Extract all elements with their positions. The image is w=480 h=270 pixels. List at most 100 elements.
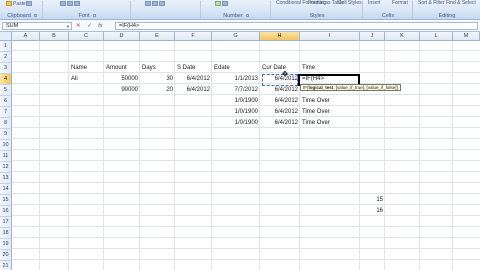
grid-line [139,41,140,270]
row-header-20[interactable]: 20 [0,250,12,261]
column-header-h[interactable]: H [260,32,300,41]
cell-c3[interactable]: Name [71,63,102,74]
row-header-1[interactable]: 1 [0,41,12,52]
alignment-buttons[interactable] [145,1,166,11]
row-header-15[interactable]: 15 [0,195,12,206]
function-tooltip: IF(logical_test, [value_if_true], [value… [300,84,402,91]
cell-e4[interactable]: 30 [142,74,173,85]
ribbon-separator [412,1,413,19]
column-header-b[interactable]: B [40,32,69,41]
row-header-11[interactable]: 11 [0,151,12,162]
cell-e3[interactable]: Days [142,63,173,74]
group-number: Number [202,13,270,20]
row-header-17[interactable]: 17 [0,217,12,228]
grid-line [39,41,40,270]
cell-f3[interactable]: S Date [177,63,210,74]
row-header-18[interactable]: 18 [0,228,12,239]
name-box[interactable]: SUM ▼ [2,22,72,30]
ribbon: Paste Conditional Formatting Format as T… [0,0,480,20]
row-header-4[interactable]: 4 [0,74,12,85]
row-header-3[interactable]: 3 [0,63,12,74]
row-header-21[interactable]: 21 [0,261,12,270]
row-header-13[interactable]: 13 [0,173,12,184]
cell-i6[interactable]: Time Over [302,96,358,107]
select-all-corner[interactable] [0,32,12,41]
dialog-launcher-icon[interactable] [33,14,37,18]
ribbon-separator [362,1,363,19]
dialog-launcher-icon[interactable] [92,14,96,18]
row-header-8[interactable]: 8 [0,118,12,129]
grid-line [103,41,104,270]
cell-j15[interactable]: 15 [362,195,383,206]
font-bold-button[interactable] [60,1,81,11]
format-painter-button[interactable] [26,1,33,11]
cell-d3[interactable]: Amount [106,63,138,74]
row-header-14[interactable]: 14 [0,184,12,195]
align-left-icon [145,1,151,6]
cell-styles-button[interactable]: Cell Styles [338,1,362,11]
cell-g8[interactable]: 1/0/1900 [214,118,258,129]
ribbon-separator [200,1,201,19]
column-header-m[interactable]: M [453,32,480,41]
cell-d4[interactable]: 50000 [106,74,138,85]
format-button[interactable]: Format [392,1,408,11]
sort-filter-button[interactable]: Sort & Filter [418,1,444,11]
column-header-l[interactable]: L [420,32,453,41]
cell-i8[interactable]: Time Over [302,118,358,129]
cell-d5[interactable]: 90000 [106,85,138,96]
number-format-buttons[interactable] [215,1,229,11]
column-header-e[interactable]: E [140,32,175,41]
column-header-d[interactable]: D [104,32,140,41]
row-header-16[interactable]: 16 [0,206,12,217]
row-header-12[interactable]: 12 [0,162,12,173]
grid-line [174,41,175,270]
formula-input[interactable]: =IF(H4> [115,22,478,30]
row-header-9[interactable]: 9 [0,129,12,140]
chevron-down-icon[interactable]: ▼ [66,24,70,30]
cell-h5[interactable]: 6/4/2012 [262,85,298,96]
row-header-7[interactable]: 7 [0,107,12,118]
cell-f5[interactable]: 6/4/2012 [177,85,210,96]
grid-line [384,41,385,270]
column-header-i[interactable]: I [300,32,360,41]
cell-g7[interactable]: 1/0/1900 [214,107,258,118]
formula-reference-highlight [262,74,298,86]
cell-g6[interactable]: 1/0/1900 [214,96,258,107]
row-header-2[interactable]: 2 [0,52,12,63]
column-header-k[interactable]: K [385,32,420,41]
row-header-19[interactable]: 19 [0,239,12,250]
cell-f4[interactable]: 6/4/2012 [177,74,210,85]
row-header-6[interactable]: 6 [0,96,12,107]
column-header-j[interactable]: J [360,32,385,41]
cell-i7[interactable]: Time Over [302,107,358,118]
paste-button[interactable]: Paste [6,1,26,11]
italic-icon [67,1,73,6]
cell-g5[interactable]: 7/7/2012 [214,85,258,96]
cell-c4[interactable]: Ali [71,74,102,85]
ribbon-separator [130,1,131,19]
cell-g3[interactable]: Edate [214,63,258,74]
cell-e5[interactable]: 20 [142,85,173,96]
insert-button[interactable]: Insert [368,1,381,11]
cancel-icon[interactable]: ✕ [76,23,81,29]
cell-j16[interactable]: 16 [362,206,383,217]
ribbon-separator [42,1,43,19]
enter-icon[interactable]: ✓ [87,23,92,29]
column-header-g[interactable]: G [212,32,260,41]
row-header-10[interactable]: 10 [0,140,12,151]
bold-icon [60,1,66,6]
cell-h8[interactable]: 6/4/2012 [262,118,298,129]
row-header-5[interactable]: 5 [0,85,12,96]
dialog-launcher-icon[interactable] [245,14,249,18]
cell-h7[interactable]: 6/4/2012 [262,107,298,118]
column-header-c[interactable]: C [69,32,104,41]
cell-i3[interactable]: Time [302,63,358,74]
cell-h3[interactable]: Cur Date [262,63,298,74]
column-header-f[interactable]: F [175,32,212,41]
cell-h6[interactable]: 6/4/2012 [262,96,298,107]
grid-line [68,41,69,270]
function-icon[interactable]: fx [98,23,102,29]
cell-g4[interactable]: 1/1/2013 [214,74,258,85]
find-select-button[interactable]: Find & Select [446,1,476,11]
column-header-a[interactable]: A [12,32,40,41]
